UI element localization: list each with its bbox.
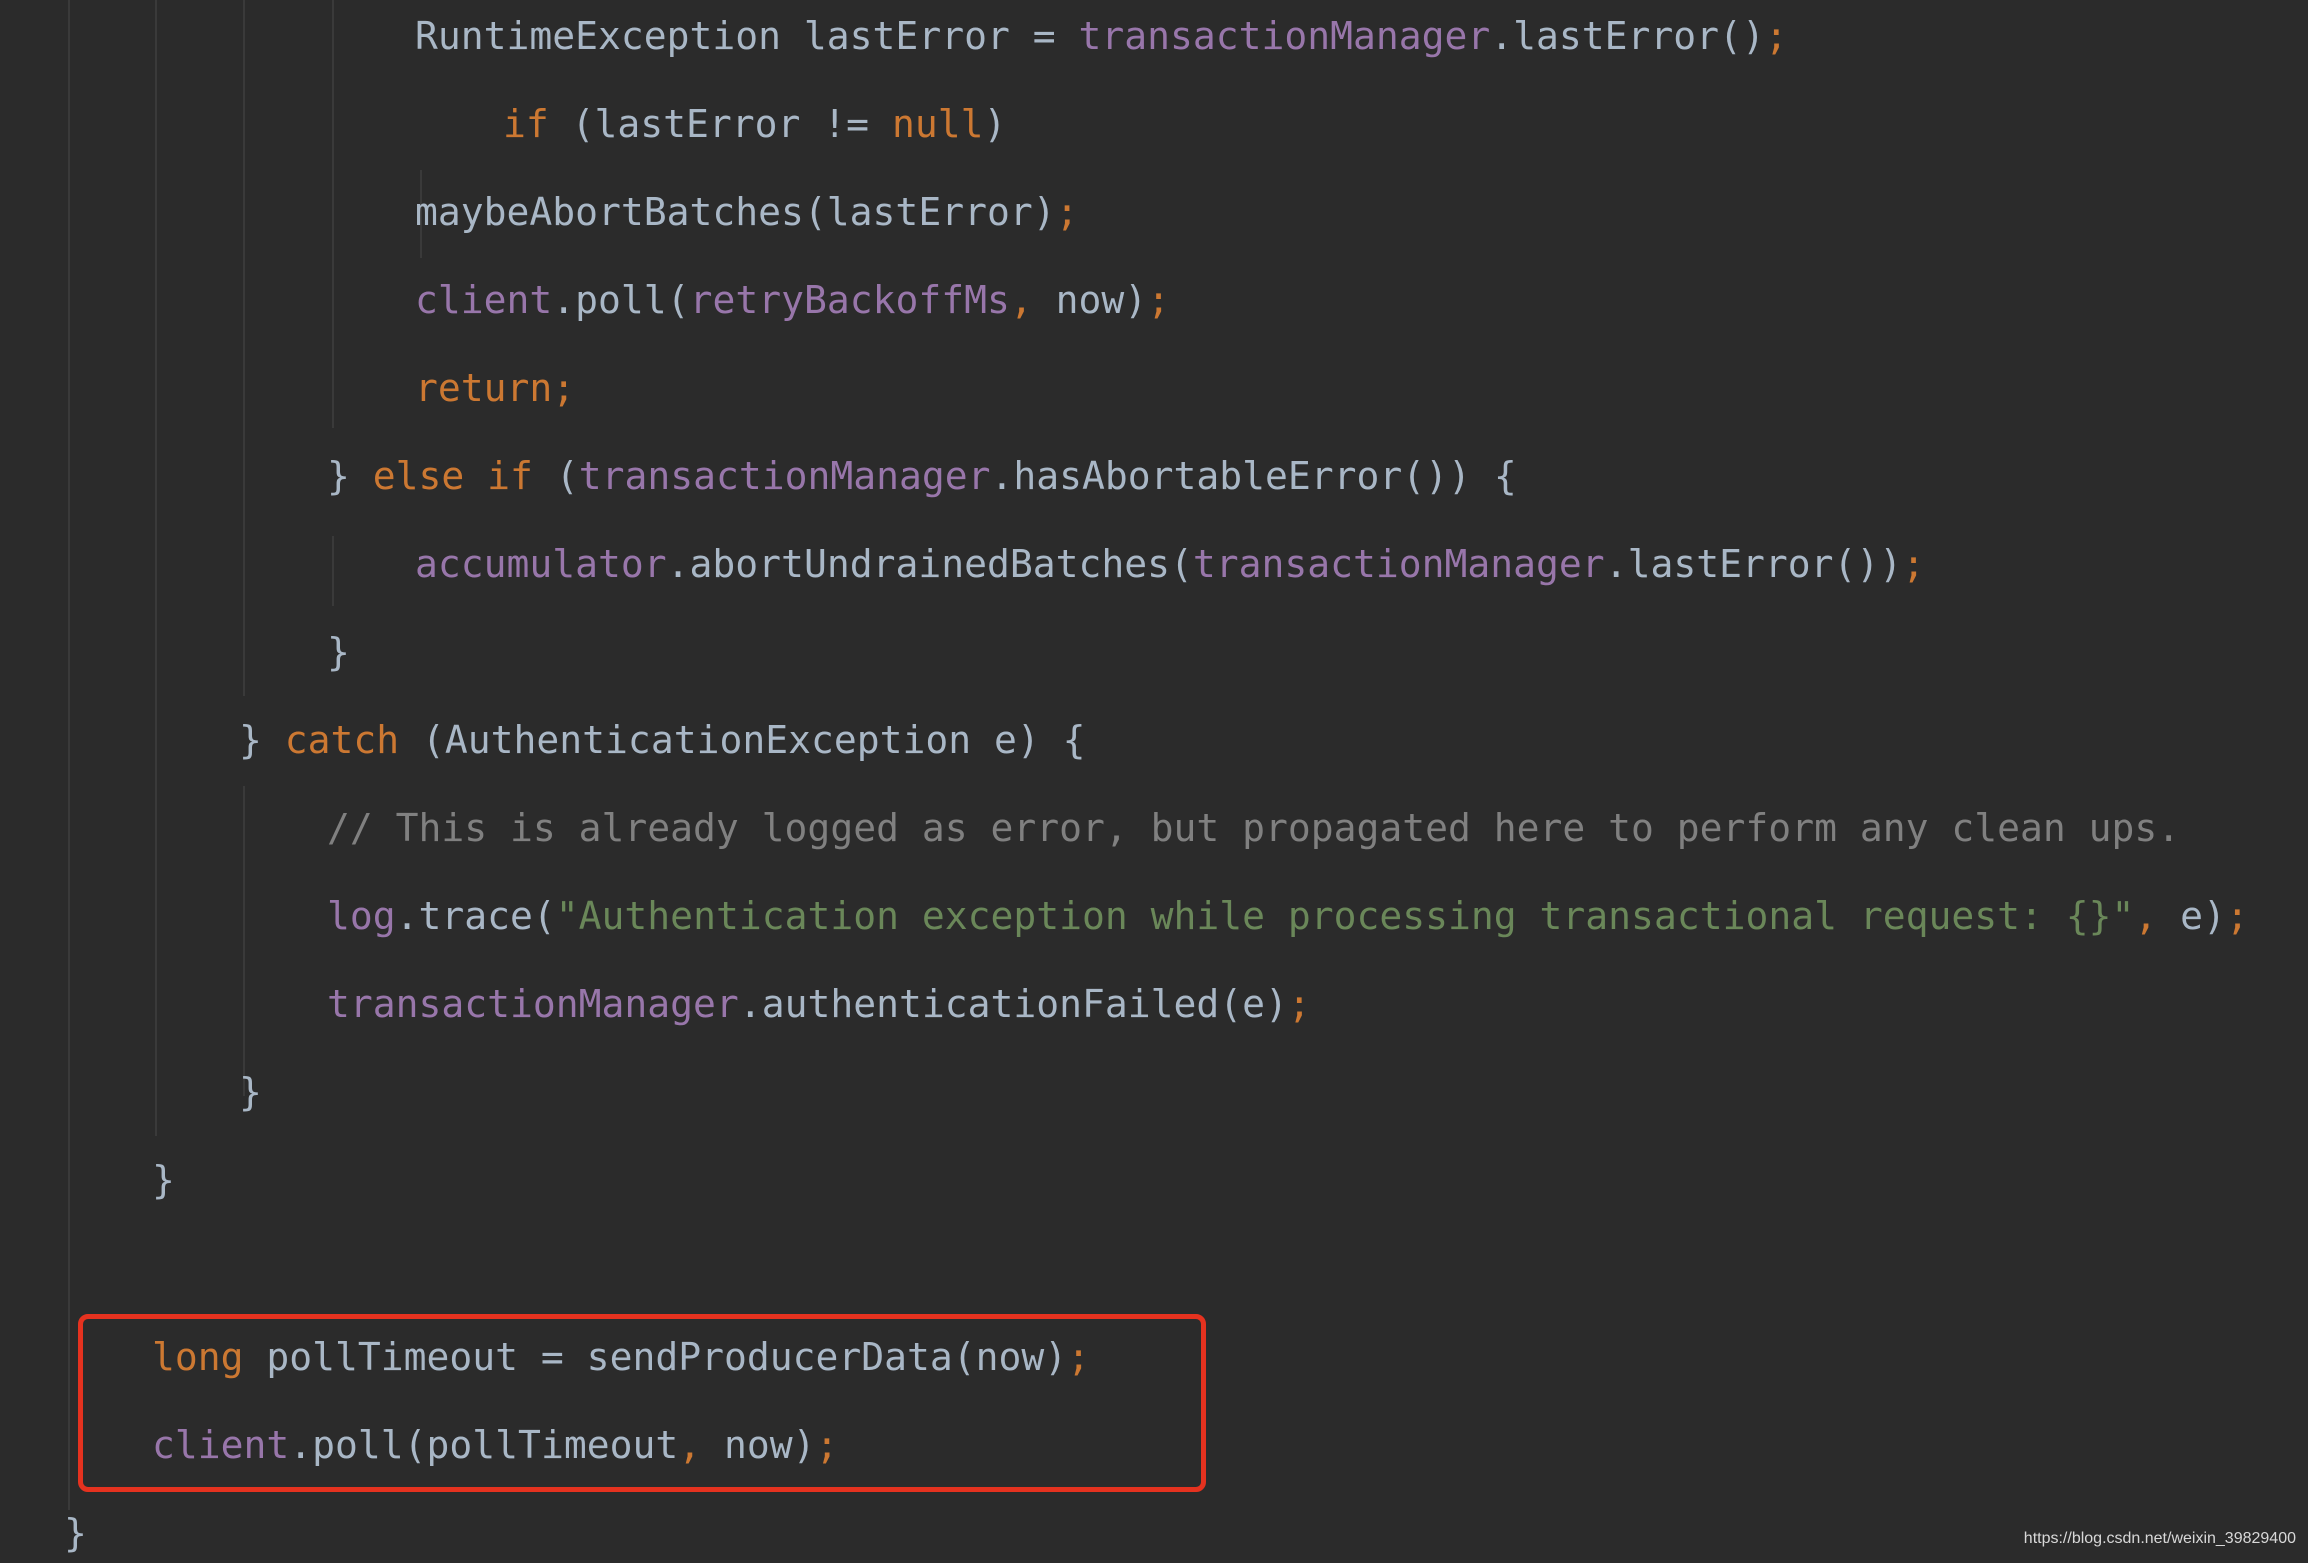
code-token: transactionManager bbox=[1078, 14, 1491, 58]
indent-guide bbox=[332, 536, 334, 606]
code-token: transactionManager bbox=[578, 454, 991, 498]
code-token: ; bbox=[2225, 894, 2249, 938]
code-line: } catch (AuthenticationException e) { bbox=[239, 710, 1086, 770]
code-line: RuntimeException lastError = transaction… bbox=[415, 6, 1788, 66]
code-line: return; bbox=[415, 358, 575, 418]
indent-guide bbox=[243, 0, 245, 696]
code-token: e) bbox=[2157, 894, 2226, 938]
code-token: transactionManager bbox=[327, 982, 739, 1026]
code-token: } bbox=[327, 630, 350, 674]
code-token: .abortUndrainedBatches( bbox=[666, 542, 1193, 586]
code-line: maybeAbortBatches(lastError); bbox=[415, 182, 1078, 242]
code-token: .authenticationFailed(e) bbox=[738, 982, 1288, 1026]
code-line: // This is already logged as error, but … bbox=[327, 798, 2180, 858]
code-token: (lastError != bbox=[548, 102, 892, 146]
code-token: ; bbox=[1055, 190, 1079, 234]
code-token: log bbox=[327, 894, 396, 938]
code-token: } bbox=[239, 718, 285, 762]
code-token: catch bbox=[284, 718, 400, 762]
indent-guide bbox=[68, 0, 70, 1510]
code-line: log.trace("Authentication exception whil… bbox=[327, 886, 2249, 946]
code-token: retryBackoffMs bbox=[689, 278, 1010, 322]
code-token: ; bbox=[1902, 542, 1925, 586]
code-token: accumulator bbox=[415, 542, 667, 586]
code-token: "Authentication exception while processi… bbox=[555, 894, 2135, 938]
code-line: client.poll(retryBackoffMs, now); bbox=[415, 270, 1170, 330]
code-editor[interactable]: RuntimeException lastError = transaction… bbox=[0, 0, 2308, 1556]
indent-guide bbox=[332, 0, 334, 428]
code-token: .lastError()) bbox=[1604, 542, 1903, 586]
code-token: .poll( bbox=[552, 278, 690, 322]
code-token: null bbox=[891, 102, 984, 146]
code-token: .hasAbortableError()) { bbox=[990, 454, 1517, 498]
code-token: (AuthenticationException e) { bbox=[399, 718, 1086, 762]
code-token: ; bbox=[1147, 278, 1171, 322]
code-line: } else if (transactionManager.hasAbortab… bbox=[327, 446, 1517, 506]
highlight-box bbox=[78, 1314, 1206, 1492]
code-token: return; bbox=[415, 366, 576, 410]
code-token: now) bbox=[1032, 278, 1148, 322]
code-line: } bbox=[239, 1062, 262, 1122]
watermark: https://blog.csdn.net/weixin_39829400 bbox=[2023, 1530, 2296, 1547]
indent-guide bbox=[243, 786, 245, 1096]
code-line: transactionManager.authenticationFailed(… bbox=[327, 974, 1311, 1034]
code-line: } bbox=[64, 1503, 87, 1563]
code-line: if (lastError != null) bbox=[503, 94, 1006, 154]
code-token: ) bbox=[983, 102, 1007, 146]
code-token: } bbox=[239, 1070, 262, 1114]
indent-guide bbox=[155, 0, 157, 1136]
code-token: if bbox=[503, 102, 549, 146]
code-token: ( bbox=[532, 454, 579, 498]
code-token: .trace( bbox=[395, 894, 556, 938]
code-token: client bbox=[415, 278, 553, 322]
code-token: , bbox=[1009, 278, 1033, 322]
code-token: ; bbox=[1764, 14, 1788, 58]
code-token: .lastError() bbox=[1490, 14, 1765, 58]
code-line: } bbox=[327, 622, 350, 682]
code-line: } bbox=[152, 1150, 175, 1210]
code-token: } bbox=[152, 1158, 175, 1202]
code-token: , bbox=[2134, 894, 2158, 938]
code-token: transactionManager bbox=[1192, 542, 1605, 586]
code-token: // This is already logged as error, but … bbox=[327, 806, 2181, 850]
code-token: else if bbox=[372, 454, 533, 498]
code-token: maybeAbortBatches(lastError) bbox=[415, 190, 1056, 234]
code-token: ; bbox=[1287, 982, 1311, 1026]
code-token: RuntimeException lastError = bbox=[415, 14, 1079, 58]
code-token: } bbox=[327, 454, 373, 498]
code-line: accumulator.abortUndrainedBatches(transa… bbox=[415, 534, 1925, 594]
code-token: } bbox=[64, 1511, 87, 1555]
